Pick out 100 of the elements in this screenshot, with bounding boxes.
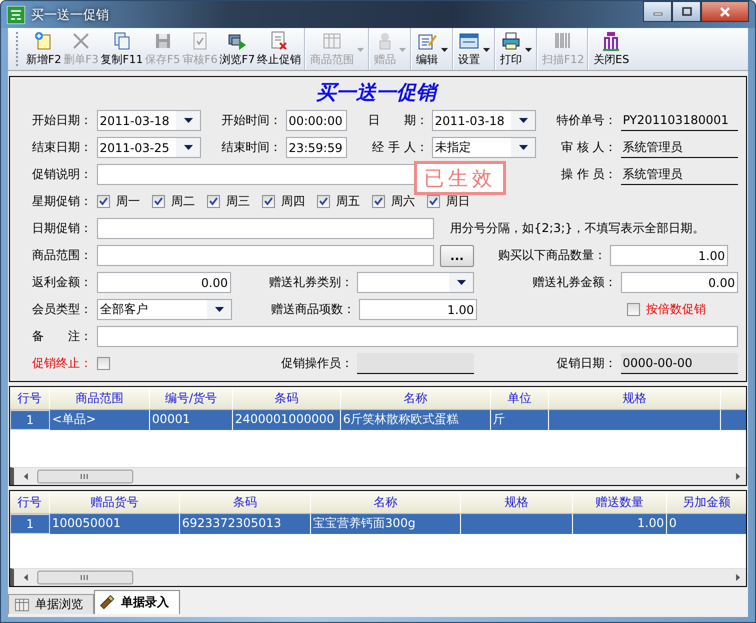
dropdown-arrow-icon bbox=[398, 47, 407, 53]
field-label: 商品范围： bbox=[31, 247, 93, 264]
table-cell: 0 bbox=[667, 514, 746, 534]
input-field[interactable] bbox=[97, 245, 434, 266]
close-button[interactable] bbox=[701, 1, 749, 22]
field-label: 结束日期： bbox=[31, 139, 93, 156]
table-cell: 1 bbox=[10, 514, 50, 534]
date-picker[interactable]: 2011-03-25 bbox=[96, 137, 202, 158]
checkbox-label: 按倍数促销 bbox=[646, 301, 706, 318]
column-header[interactable]: 赠品货号 bbox=[50, 491, 180, 513]
checkbox-label: 周一 bbox=[116, 193, 140, 210]
field-label: 赠送礼券金额： bbox=[532, 274, 618, 291]
field-label: 日 期： bbox=[366, 112, 429, 129]
number-field[interactable]: 0.00 bbox=[620, 272, 738, 293]
column-header[interactable]: 规格 bbox=[549, 387, 721, 409]
dropdown-arrow-icon[interactable] bbox=[518, 118, 528, 123]
horizontal-scrollbar[interactable] bbox=[10, 467, 746, 485]
checkbox[interactable] bbox=[262, 195, 275, 208]
table-row[interactable]: 1 <单品> 00001 2400001000000 6斤笑林散称欧式蛋糕 斤 bbox=[10, 410, 746, 431]
app-icon bbox=[7, 6, 25, 24]
toolbar-button[interactable]: 浏览F7 bbox=[218, 28, 256, 70]
checkbox[interactable] bbox=[627, 303, 640, 316]
horizontal-scrollbar[interactable] bbox=[10, 568, 746, 586]
column-header[interactable]: 名称 bbox=[311, 491, 461, 513]
time-field[interactable]: 00:00:00 bbox=[286, 110, 348, 131]
number-field[interactable]: 1.00 bbox=[359, 299, 477, 320]
close-icon bbox=[719, 6, 731, 16]
approved-stamp-overlay: 已生效 bbox=[414, 161, 506, 195]
column-header[interactable]: 条码 bbox=[180, 491, 311, 513]
column-header[interactable]: 行号 bbox=[10, 491, 50, 513]
dropdown-field[interactable] bbox=[357, 272, 474, 293]
toolbar-button[interactable]: 打印 bbox=[498, 28, 537, 70]
dropdown-arrow-icon bbox=[482, 47, 491, 53]
browse-button[interactable]: ... bbox=[440, 244, 474, 266]
number-field[interactable]: 0.00 bbox=[96, 272, 231, 293]
field-label: 备 注： bbox=[31, 328, 93, 345]
pencil-icon bbox=[99, 594, 117, 612]
dropdown-arrow-icon[interactable] bbox=[518, 145, 528, 150]
checkbox[interactable] bbox=[152, 195, 165, 208]
checkbox[interactable] bbox=[207, 195, 220, 208]
maximize-button[interactable] bbox=[672, 1, 701, 22]
field-label: 结束时间： bbox=[220, 139, 283, 156]
field-label: 赠送礼券类别： bbox=[268, 274, 354, 291]
number-field[interactable]: 1.00 bbox=[610, 245, 728, 266]
column-header[interactable]: 单位 bbox=[491, 387, 549, 409]
toolbar-button[interactable]: 编辑 bbox=[414, 28, 453, 70]
checkbox[interactable] bbox=[317, 195, 330, 208]
dropdown-arrow-icon[interactable] bbox=[184, 118, 193, 123]
field-label: 开始时间： bbox=[220, 112, 283, 129]
checkbox[interactable] bbox=[427, 195, 440, 208]
window-title: 买一送一促销 bbox=[31, 6, 110, 24]
dropdown-arrow-icon[interactable] bbox=[214, 307, 224, 312]
column-header[interactable]: 名称 bbox=[341, 387, 491, 409]
column-header[interactable]: 另加金额 bbox=[667, 491, 746, 513]
dropdown-arrow-icon[interactable] bbox=[184, 145, 193, 150]
table-cell: <单品> bbox=[50, 410, 150, 430]
checkbox[interactable] bbox=[372, 195, 385, 208]
field-label: 星期促销： bbox=[31, 193, 93, 210]
column-header[interactable]: 赠送数量 bbox=[573, 491, 667, 513]
field-label: 促销说明： bbox=[31, 166, 93, 183]
printer-icon bbox=[500, 30, 522, 52]
table-row[interactable]: 1 100050001 6923372305013 宝宝营养钙面300g 1.00 0 bbox=[10, 514, 746, 535]
readonly-value: PY201103180001 bbox=[620, 110, 738, 131]
checkbox[interactable] bbox=[96, 357, 110, 370]
toolbar-button[interactable]: 终止促销 bbox=[256, 28, 305, 70]
field-label: 促销操作员： bbox=[280, 355, 354, 372]
dropdown-field[interactable]: 未指定 bbox=[432, 137, 536, 158]
tab[interactable]: 单据录入 bbox=[94, 590, 180, 614]
input-field[interactable] bbox=[96, 326, 738, 347]
field-label: 会员类型： bbox=[31, 301, 93, 318]
toolbar-button[interactable]: 设置 bbox=[456, 28, 495, 70]
column-header[interactable]: 行号 bbox=[10, 387, 50, 409]
column-header[interactable]: 商品范围 bbox=[50, 387, 150, 409]
checkbox-label: 周五 bbox=[336, 193, 360, 210]
toolbar-button[interactable]: 复制F11 bbox=[100, 28, 144, 70]
readonly-value: 0000-00-00 bbox=[620, 353, 738, 374]
dropdown-field[interactable]: 全部客户 bbox=[97, 299, 232, 320]
column-header[interactable]: 编号/货号 bbox=[150, 387, 233, 409]
date-picker[interactable]: 2011-03-18 bbox=[432, 110, 536, 131]
toolbar-button[interactable]: 关闭ES bbox=[592, 28, 630, 70]
field-label: 审 核 人： bbox=[560, 139, 618, 156]
field-label: 经 手 人： bbox=[371, 139, 429, 156]
column-header[interactable]: 规格 bbox=[461, 491, 573, 513]
readonly-value: 系统管理员 bbox=[620, 164, 738, 185]
input-field[interactable] bbox=[97, 218, 434, 239]
readonly-value: 系统管理员 bbox=[620, 137, 738, 158]
dropdown-arrow-icon bbox=[524, 47, 533, 53]
table-cell: 1.00 bbox=[573, 514, 667, 534]
dropdown-arrow-icon[interactable] bbox=[456, 280, 466, 285]
checkbox[interactable] bbox=[97, 195, 110, 208]
tab[interactable]: 单据浏览 bbox=[8, 594, 94, 614]
column-header[interactable]: 条码 bbox=[233, 387, 341, 409]
table-cell: 6斤笑林散称欧式蛋糕 bbox=[341, 410, 491, 430]
dropdown-arrow-icon bbox=[356, 47, 365, 53]
hint-text: 用分号分隔，如{2;3;}，不填写表示全部日期。 bbox=[450, 220, 705, 237]
field-label: 促销终止： bbox=[31, 355, 93, 372]
date-picker[interactable]: 2011-03-18 bbox=[96, 110, 202, 131]
time-field[interactable]: 23:59:59 bbox=[286, 137, 348, 158]
minimize-button[interactable] bbox=[643, 1, 672, 22]
toolbar-button[interactable]: 新增F2 bbox=[25, 28, 62, 70]
